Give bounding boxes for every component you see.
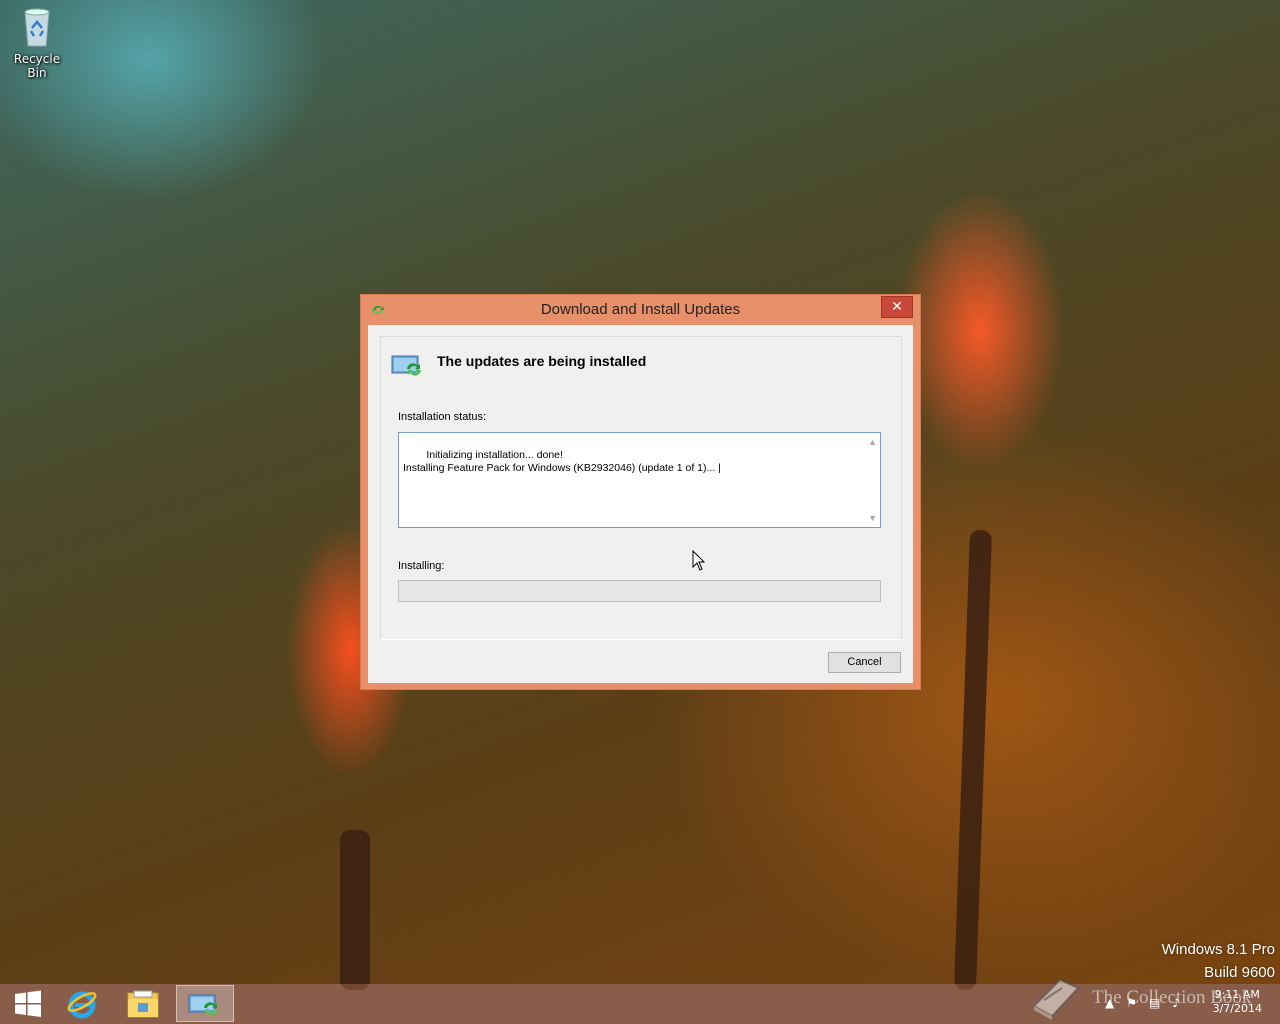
close-icon: ✕: [891, 299, 903, 315]
content-panel: The updates are being installed Installa…: [380, 336, 902, 640]
wallpaper-stem: [953, 529, 993, 991]
windows-update-icon: [391, 355, 421, 376]
wallpaper-stem: [340, 830, 370, 990]
mouse-cursor-icon: [692, 550, 706, 571]
collection-book-overlay: The Collection Book: [1030, 976, 1251, 1020]
dialog-title-bar[interactable]: Download and Install Updates: [361, 295, 920, 325]
cancel-button[interactable]: Cancel: [828, 652, 901, 673]
taskbar-file-explorer[interactable]: [115, 985, 171, 1022]
taskbar-internet-explorer[interactable]: [54, 985, 110, 1022]
scroll-down-icon[interactable]: ▼: [868, 512, 877, 525]
status-log-text: Initializing installation... done! Insta…: [403, 449, 721, 474]
dialog-title: Download and Install Updates: [540, 301, 741, 318]
internet-explorer-icon: [67, 991, 97, 1018]
collection-book-text: The Collection Book: [1092, 987, 1252, 1008]
recycle-bin-icon: [21, 6, 53, 48]
close-button[interactable]: ✕: [881, 296, 913, 318]
watermark-edition: Windows 8.1 Pro: [1161, 941, 1275, 958]
progress-label: Installing:: [398, 560, 445, 572]
start-icon: [15, 990, 41, 1017]
install-progress-bar: [398, 580, 881, 602]
scroll-up-icon[interactable]: ▲: [868, 436, 877, 449]
taskbar-windows-update[interactable]: [176, 985, 234, 1022]
update-title-icon: [372, 305, 384, 315]
recycle-bin-label: Recycle Bin: [13, 52, 61, 80]
update-dialog: Download and Install Updates ✕ The updat…: [360, 294, 921, 690]
install-heading: The updates are being installed: [437, 353, 647, 369]
windows-update-icon: [188, 994, 218, 1015]
status-label: Installation status:: [398, 411, 487, 423]
recycle-bin-shortcut[interactable]: Recycle Bin: [4, 6, 70, 80]
book-icon: [1032, 978, 1080, 1020]
status-log[interactable]: Initializing installation... done! Insta…: [398, 432, 881, 528]
dialog-client-area: The updates are being installed Installa…: [368, 325, 913, 683]
file-explorer-icon: [127, 990, 159, 1017]
start-button[interactable]: [0, 985, 56, 1022]
